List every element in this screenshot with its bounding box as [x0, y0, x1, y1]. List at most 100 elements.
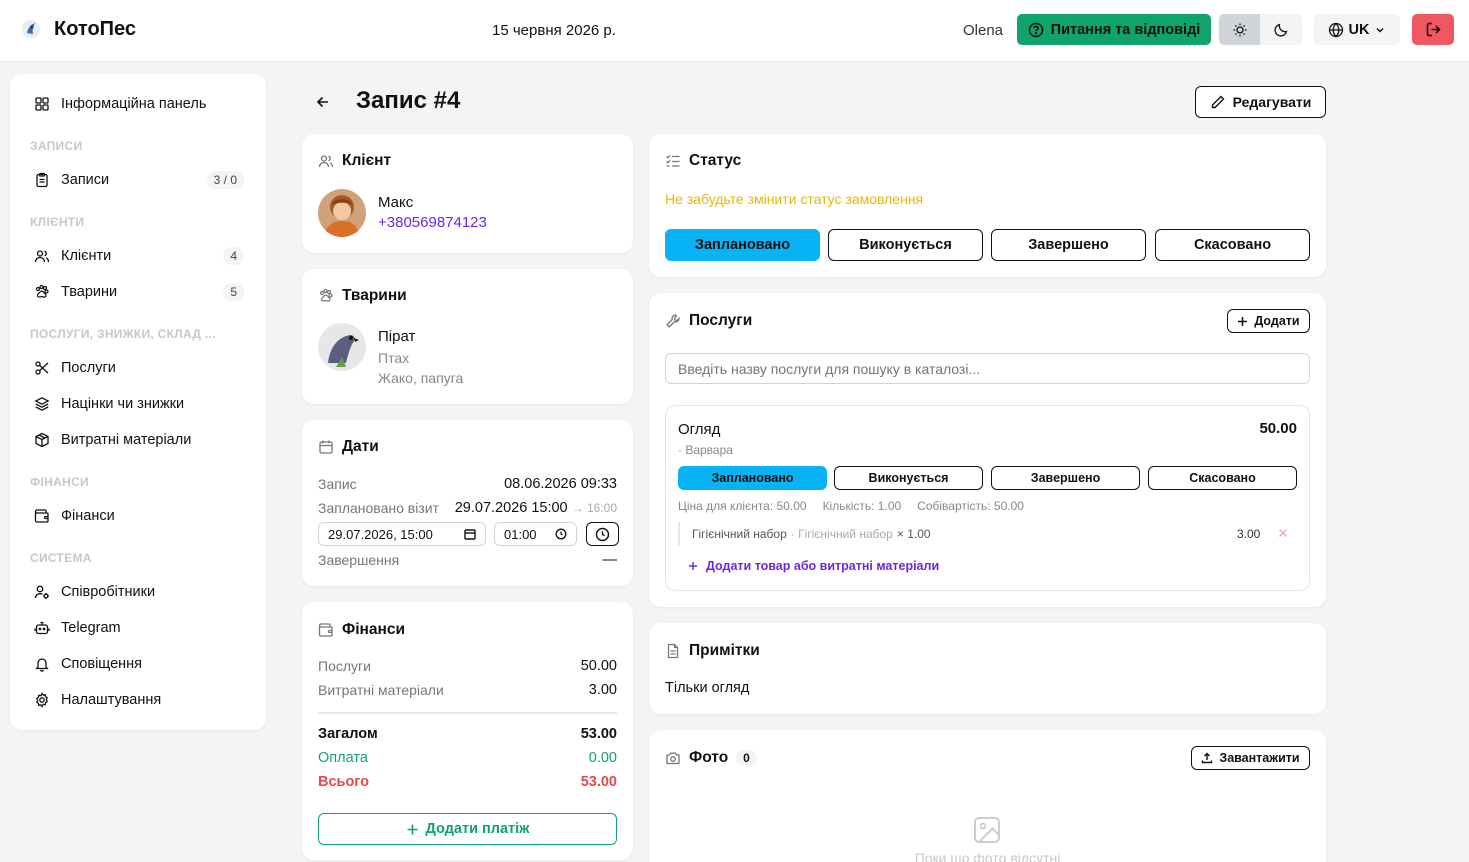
- help-label: Питання та відповіді: [1050, 21, 1201, 38]
- calendar-icon: [464, 529, 476, 540]
- service-item-meta: Ціна для клієнта: 50.00 Кількість: 1.00 …: [678, 499, 1024, 513]
- sidebar-item-staff[interactable]: Співробітники: [34, 580, 244, 604]
- help-button[interactable]: Питання та відповіді: [1017, 14, 1211, 45]
- add-payment-label: Додати платіж: [425, 821, 530, 837]
- status-in-progress-button[interactable]: Виконується: [828, 229, 983, 261]
- status-planned-button[interactable]: Заплановано: [665, 229, 820, 261]
- service-item-staff: · Варвара: [678, 443, 733, 457]
- sidebar-item-notifications[interactable]: Сповіщення: [34, 652, 244, 676]
- sidebar-item-label: Telegram: [61, 620, 121, 636]
- sidebar-item-markups[interactable]: Націнки чи знижки: [34, 392, 244, 416]
- services-card-header: Послуги: [665, 312, 752, 330]
- user-cog-icon: [34, 585, 49, 599]
- service-search-input[interactable]: [665, 353, 1310, 384]
- sidebar-item-supplies[interactable]: Витратні матеріали: [34, 428, 244, 452]
- visit-datetime-input[interactable]: 29.07.2026, 15:00: [318, 522, 486, 546]
- finance-card: Фінанси Послуги 50.00 Витратні матеріали…: [302, 602, 633, 860]
- sidebar-item-pets[interactable]: Тварини 5: [34, 280, 244, 304]
- sidebar-item-telegram[interactable]: Telegram: [34, 616, 244, 640]
- sidebar-item-label: Тварини: [61, 284, 118, 300]
- chevron-down-icon: [1376, 27, 1384, 33]
- item-status-cancelled-button[interactable]: Скасовано: [1148, 466, 1297, 490]
- finance-header-label: Фінанси: [342, 621, 406, 638]
- back-button[interactable]: [314, 93, 332, 111]
- add-supply-button[interactable]: Додати товар або витратні матеріали: [688, 559, 939, 573]
- sidebar-item-dashboard[interactable]: Інформаційна панель: [34, 92, 244, 116]
- sidebar-item-services[interactable]: Послуги: [34, 356, 244, 380]
- user-name: Olena: [963, 22, 1004, 39]
- dashboard-icon: [35, 97, 49, 111]
- supply-divider: [678, 522, 680, 546]
- supply-qty: × 1.00: [896, 527, 931, 541]
- notes-header-label: Примітки: [689, 642, 760, 659]
- box-icon: [35, 432, 49, 448]
- finance-card-header: Фінанси: [318, 621, 405, 639]
- duration-input[interactable]: 01:00: [494, 522, 577, 546]
- clients-count-badge: 4: [223, 247, 244, 265]
- planned-visit-value-group: 29.07.2026 15:00 → 16:00: [455, 500, 617, 516]
- globe-icon: [1328, 22, 1343, 37]
- theme-switcher: [1219, 14, 1302, 45]
- add-payment-button[interactable]: Додати платіж: [318, 813, 617, 845]
- pets-card-header: Тварини: [318, 287, 407, 305]
- due-value: 53.00: [580, 774, 617, 790]
- pets-count-badge: 5: [223, 283, 244, 301]
- upload-photo-button[interactable]: Завантажити: [1191, 746, 1310, 770]
- completion-value: —: [602, 552, 618, 568]
- set-time-button[interactable]: [586, 522, 619, 546]
- gear-icon: [35, 692, 49, 708]
- sidebar-item-finance[interactable]: Фінанси: [34, 504, 244, 528]
- sidebar-item-label: Сповіщення: [61, 656, 143, 672]
- service-item-name: Огляд: [678, 421, 721, 438]
- planned-visit-value: 29.07.2026 15:00: [454, 500, 568, 516]
- client-name[interactable]: Макс: [378, 194, 413, 211]
- photos-empty-text: Поки що фото відсутні: [914, 850, 1061, 862]
- sidebar-item-label: Інформаційна панель: [61, 96, 207, 112]
- logout-button[interactable]: [1412, 14, 1454, 45]
- light-theme-button[interactable]: [1219, 14, 1260, 45]
- sidebar-item-settings[interactable]: Налаштування: [34, 688, 244, 712]
- sidebar-item-records[interactable]: Записи 3 / 0: [34, 168, 244, 192]
- sidebar-item-clients[interactable]: Клієнти 4: [34, 244, 244, 268]
- add-service-button[interactable]: Додати: [1227, 309, 1310, 333]
- service-item-price: 50.00: [1259, 420, 1297, 437]
- supply-name: Гігієнічний набор: [692, 527, 787, 541]
- remove-supply-button[interactable]: [1278, 528, 1288, 538]
- records-count-badge: 3 / 0: [206, 171, 244, 189]
- image-placeholder-icon: [973, 816, 1001, 844]
- services-sum-label: Послуги: [318, 658, 371, 674]
- sidebar-section-clients: КЛІЄНТИ: [30, 215, 85, 229]
- status-cancelled-button[interactable]: Скасовано: [1155, 229, 1310, 261]
- paw-icon: [319, 288, 333, 302]
- supply-sub: · Гігієнічний набор: [790, 527, 893, 541]
- camera-icon: [666, 752, 680, 765]
- pet-name[interactable]: Пірат: [378, 328, 415, 345]
- status-completed-button[interactable]: Завершено: [991, 229, 1146, 261]
- upload-icon: [1202, 752, 1213, 764]
- pet-avatar[interactable]: [318, 323, 366, 371]
- sidebar-item-label: Послуги: [61, 360, 116, 376]
- edit-button[interactable]: Редагувати: [1195, 86, 1326, 118]
- item-status-completed-button[interactable]: Завершено: [991, 466, 1140, 490]
- sidebar-item-label: Клієнти: [61, 248, 112, 264]
- dates-header-label: Дати: [342, 438, 379, 455]
- item-status-in-progress-button[interactable]: Виконується: [834, 466, 983, 490]
- add-service-label: Додати: [1254, 314, 1300, 328]
- dark-theme-button[interactable]: [1260, 14, 1302, 45]
- calendar-icon: [319, 440, 333, 454]
- quantity: Кількість: 1.00: [822, 499, 902, 513]
- item-status-planned-button[interactable]: Заплановано: [678, 466, 827, 490]
- sun-icon: [1233, 23, 1246, 36]
- client-avatar[interactable]: [318, 189, 366, 237]
- supply-row: Гігієнічний набор · Гігієнічний набор × …: [692, 527, 931, 541]
- logout-icon: [1426, 22, 1441, 37]
- language-selector[interactable]: UK: [1314, 14, 1400, 45]
- add-supply-label: Додати товар або витратні матеріали: [706, 559, 940, 573]
- total-value: 53.00: [580, 726, 617, 742]
- arrow-left-icon: [316, 96, 328, 108]
- edit-label: Редагувати: [1232, 94, 1312, 110]
- notes-card-header: Примітки: [665, 642, 760, 660]
- client-phone[interactable]: +380569874123: [378, 214, 487, 231]
- app-name[interactable]: КотоПес: [54, 18, 136, 41]
- logo-icon[interactable]: [20, 18, 42, 40]
